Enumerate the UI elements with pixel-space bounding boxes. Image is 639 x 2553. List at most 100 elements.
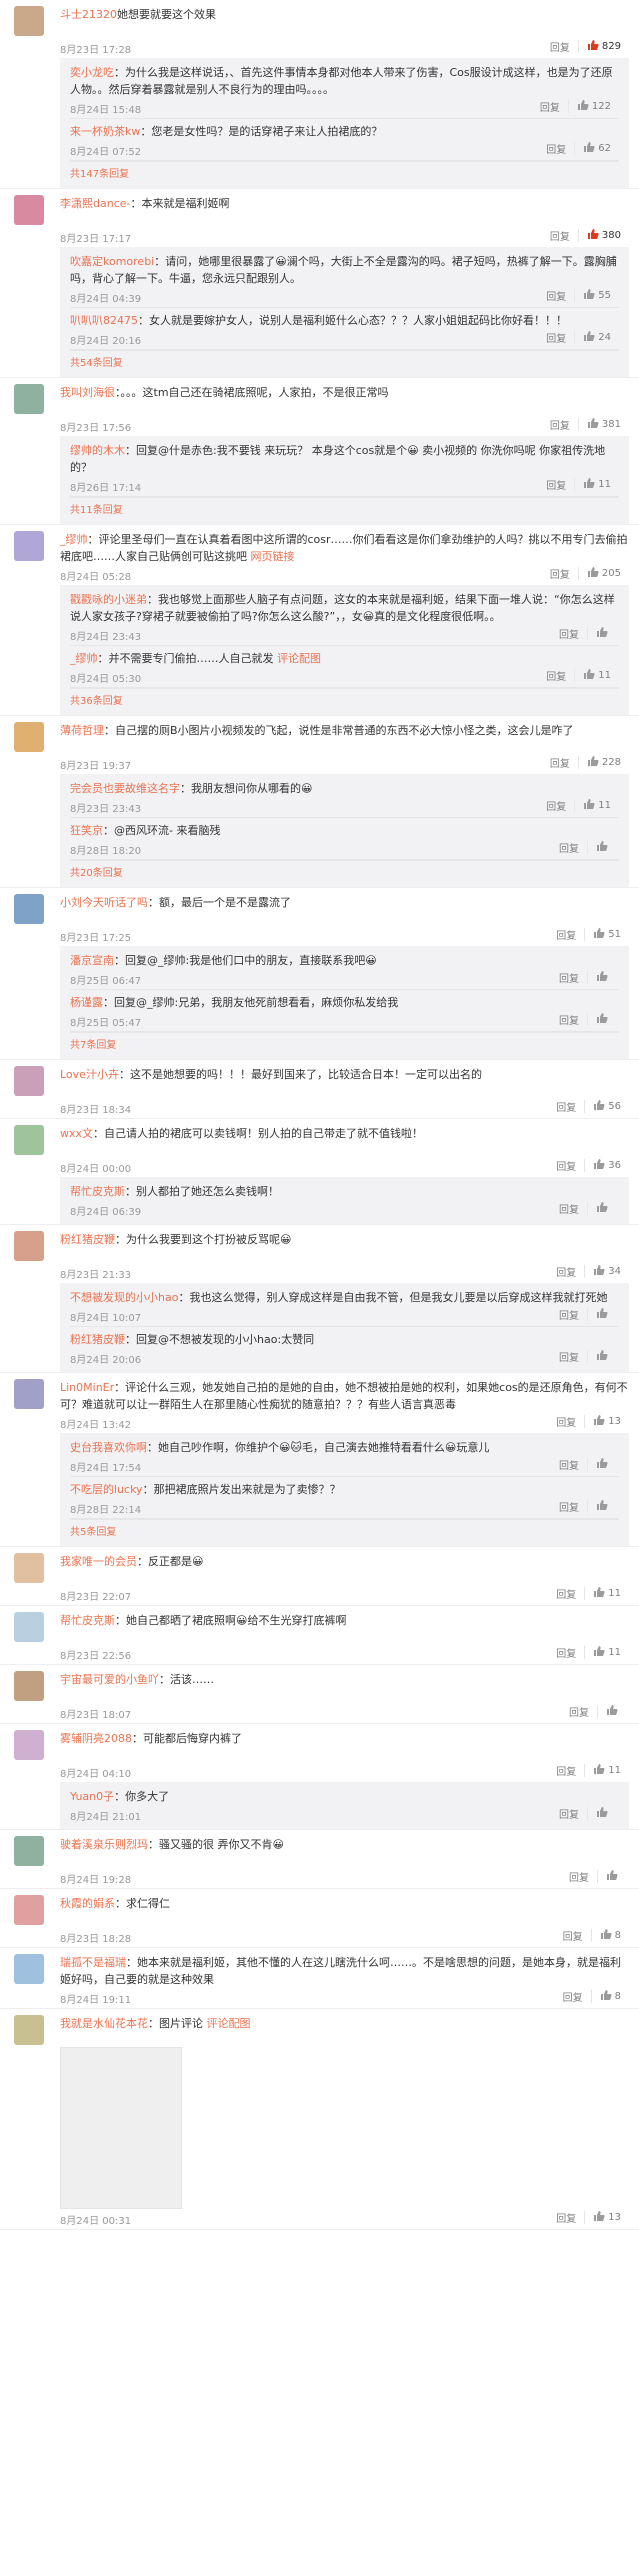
avatar[interactable]: [14, 531, 44, 561]
reply-button[interactable]: 回复: [551, 1500, 587, 1514]
like-button[interactable]: [587, 1202, 619, 1215]
username-link[interactable]: 雾辅阴亮2088: [60, 1732, 132, 1745]
username-link[interactable]: 李潇熙dance-: [60, 197, 130, 210]
username-link[interactable]: 狂笑京: [70, 824, 103, 837]
reply-button[interactable]: 回复: [548, 1415, 584, 1429]
reply-button[interactable]: 回复: [548, 1764, 584, 1778]
username-link[interactable]: 潘京宣南: [70, 954, 114, 967]
avatar[interactable]: [14, 1231, 44, 1261]
avatar[interactable]: [14, 1066, 44, 1096]
like-button[interactable]: 11: [574, 669, 619, 682]
reply-button[interactable]: 回复: [548, 1265, 584, 1279]
like-button[interactable]: [587, 1308, 619, 1321]
more-replies-link[interactable]: 共54条回复: [70, 350, 619, 373]
like-button[interactable]: 205: [577, 567, 629, 580]
more-replies-link[interactable]: 共147条回复: [70, 161, 619, 184]
like-button[interactable]: 13: [584, 2211, 629, 2224]
avatar[interactable]: [14, 1553, 44, 1583]
username-link[interactable]: 杨谨露: [70, 996, 103, 1009]
like-button[interactable]: [587, 971, 619, 984]
like-button[interactable]: 228: [577, 756, 629, 769]
username-link[interactable]: 瑞孤不是福瑞: [60, 1956, 126, 1969]
like-button[interactable]: [597, 1705, 629, 1718]
reply-button[interactable]: 回复: [542, 229, 578, 243]
avatar[interactable]: [14, 1836, 44, 1866]
username-link[interactable]: 缪帅的木木: [70, 444, 125, 457]
username-link[interactable]: 斗士21320: [60, 8, 117, 21]
username-link[interactable]: _缪帅: [70, 652, 98, 665]
like-button[interactable]: 829: [577, 40, 629, 53]
reply-button[interactable]: 回复: [551, 1458, 587, 1472]
like-button[interactable]: 36: [584, 1159, 629, 1172]
username-link[interactable]: Lin0MinEr: [60, 1381, 114, 1394]
reply-button[interactable]: 回复: [538, 478, 574, 492]
username-link[interactable]: 奕小龙吃: [70, 66, 114, 79]
like-button[interactable]: [587, 1807, 619, 1820]
username-link[interactable]: 不吃层的lucky: [70, 1483, 143, 1496]
username-link[interactable]: 叭叭叭82475: [70, 314, 138, 327]
like-button[interactable]: 380: [577, 229, 629, 242]
more-replies-link[interactable]: 共36条回复: [70, 688, 619, 711]
avatar[interactable]: [14, 2015, 44, 2045]
reply-button[interactable]: 回复: [542, 40, 578, 54]
avatar[interactable]: [14, 1379, 44, 1409]
reply-button[interactable]: 回复: [538, 289, 574, 303]
reply-button[interactable]: 回复: [538, 331, 574, 345]
username-link[interactable]: 粉红猪皮鞭: [60, 1233, 115, 1246]
username-link[interactable]: 薄荷哲理: [60, 724, 104, 737]
avatar[interactable]: [14, 722, 44, 752]
username-link[interactable]: 戳戳咏的小迷弟: [70, 593, 147, 606]
like-button[interactable]: 122: [567, 100, 619, 113]
avatar[interactable]: [14, 894, 44, 924]
like-button[interactable]: [597, 1870, 629, 1883]
username-link[interactable]: 粉红猪皮鞭: [70, 1333, 125, 1346]
more-replies-link[interactable]: 共7条回复: [70, 1032, 619, 1055]
username-link[interactable]: 驶着溪泉乐则烈玛: [60, 1838, 148, 1851]
like-button[interactable]: 11: [584, 1646, 629, 1659]
more-replies-link[interactable]: 共20条回复: [70, 860, 619, 883]
like-button[interactable]: 11: [584, 1587, 629, 1600]
username-link[interactable]: 不想被发现的小小hao: [70, 1291, 178, 1304]
avatar[interactable]: [14, 1125, 44, 1155]
avatar[interactable]: [14, 1671, 44, 1701]
attachment-link[interactable]: 评论配图: [277, 652, 321, 665]
reply-button[interactable]: 回复: [551, 971, 587, 985]
reply-button[interactable]: 回复: [551, 1308, 587, 1322]
reply-button[interactable]: 回复: [548, 2211, 584, 2225]
reply-button[interactable]: 回复: [551, 1807, 587, 1821]
like-button[interactable]: 62: [574, 142, 619, 155]
username-link[interactable]: 我就是水仙花本花: [60, 2017, 148, 2030]
like-button[interactable]: 8: [590, 1929, 629, 1942]
like-button[interactable]: 11: [574, 799, 619, 812]
like-button[interactable]: [587, 1500, 619, 1513]
avatar[interactable]: [14, 384, 44, 414]
avatar[interactable]: [14, 1730, 44, 1760]
reply-button[interactable]: 回复: [548, 1646, 584, 1660]
username-link[interactable]: 我叫刘海很: [60, 386, 115, 399]
like-button[interactable]: [587, 1350, 619, 1363]
username-link[interactable]: Love汁小卉: [60, 1068, 119, 1081]
username-link[interactable]: 完会员也要故维这名字: [70, 782, 180, 795]
avatar[interactable]: [14, 6, 44, 36]
reply-button[interactable]: 回复: [551, 627, 587, 641]
like-button[interactable]: [587, 627, 619, 640]
like-button[interactable]: 11: [584, 1764, 629, 1777]
username-link[interactable]: _缪帅: [60, 533, 88, 546]
like-button[interactable]: 8: [590, 1990, 629, 2003]
like-button[interactable]: 24: [574, 331, 619, 344]
username-link[interactable]: 史台我喜欢你啊: [70, 1441, 147, 1454]
like-button[interactable]: 11: [574, 478, 619, 491]
reply-button[interactable]: 回复: [555, 1929, 591, 1943]
reply-button[interactable]: 回复: [542, 567, 578, 581]
comment-image[interactable]: [60, 2047, 182, 2209]
reply-button[interactable]: 回复: [551, 1202, 587, 1216]
like-button[interactable]: 34: [584, 1265, 629, 1278]
reply-button[interactable]: 回复: [542, 418, 578, 432]
username-link[interactable]: wxx文: [60, 1127, 93, 1140]
like-button[interactable]: [587, 1458, 619, 1471]
username-link[interactable]: 我家唯一的会员: [60, 1555, 137, 1568]
avatar[interactable]: [14, 1954, 44, 1984]
avatar[interactable]: [14, 1895, 44, 1925]
username-link[interactable]: 帮忙皮克斯: [70, 1185, 125, 1198]
more-replies-link[interactable]: 共11条回复: [70, 497, 619, 520]
